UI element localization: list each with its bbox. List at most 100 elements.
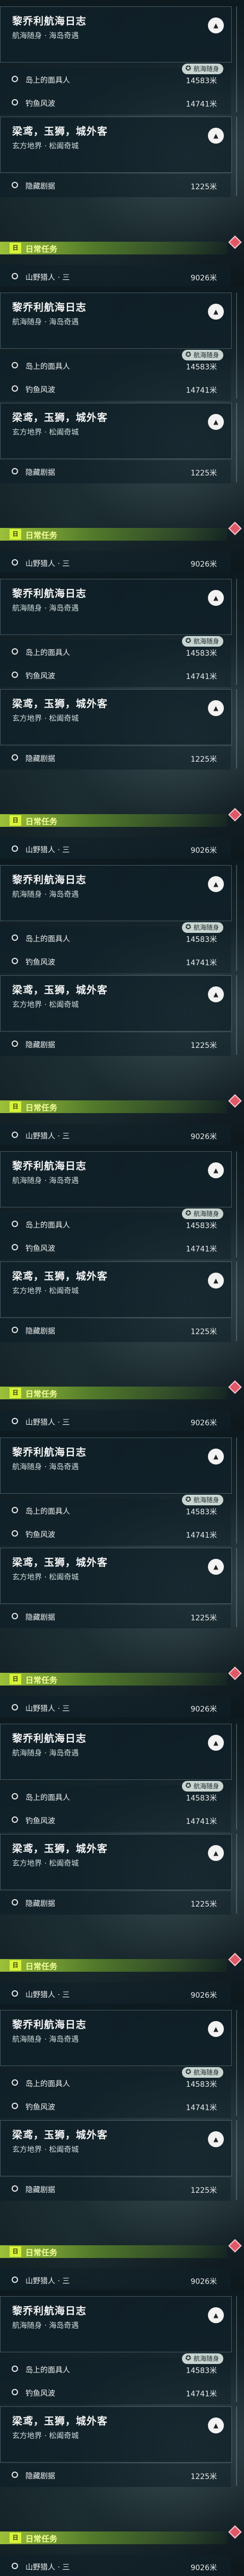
quest-card-liangyuan[interactable]: 梁鸢，玉狮，城外客 玄方地界 · 松阖奇城 ▲ <box>0 1261 232 1318</box>
objective-distance: 1225米 <box>190 469 217 478</box>
chevron-up-icon: ▲ <box>213 880 219 888</box>
objective-row[interactable]: 岛上的面具人 ✪ 航海随身 14583米 <box>0 922 231 950</box>
objective-row[interactable]: 岛上的面具人 ✪ 航海随身 14583米 <box>0 1781 231 1809</box>
chevron-up-icon: ▲ <box>213 308 219 315</box>
objective-row[interactable]: 隐藏剧据 1225米 <box>0 1605 231 1628</box>
quest-card-liangyuan[interactable]: 梁鸢，玉狮，城外客 玄方地界 · 松阖奇城 ▲ <box>0 975 232 1031</box>
daily-task-header[interactable]: 日 日常任务 <box>0 522 244 544</box>
quest-card-sailing-log[interactable]: 黎乔利航海日志 航海随身 · 海岛奇遇 ▲ <box>0 1437 232 1494</box>
objective-row[interactable]: 岛上的面具人 ✪ 航海随身 14583米 <box>0 2067 231 2095</box>
collapse-button[interactable]: ▲ <box>208 414 224 430</box>
objective-row[interactable]: 钓鱼风波 14741米 <box>0 950 231 973</box>
quest-title: 梁鸢，玉狮，城外客 <box>12 412 108 424</box>
objective-row[interactable]: 隐藏剧据 1225米 <box>0 1319 231 1342</box>
daily-task-header[interactable]: 日 日常任务 <box>0 1094 244 1116</box>
collapse-button[interactable]: ▲ <box>208 590 224 606</box>
objective-row[interactable]: 钓鱼风波 14741米 <box>0 2095 231 2118</box>
quest-card-sailing-log[interactable]: 黎乔利航海日志 航海随身 · 海岛奇遇 ▲ <box>0 1151 232 1207</box>
objective-row[interactable]: 隐藏剧据 1225米 <box>0 1891 231 1915</box>
objective-circle-icon <box>12 362 18 368</box>
daily-task-header[interactable]: 日 日常任务 <box>0 808 244 830</box>
collapse-button[interactable]: ▲ <box>208 876 224 892</box>
daily-task-header[interactable]: 日 日常任务 <box>0 235 244 258</box>
objective-row[interactable]: 钓鱼风波 14741米 <box>0 2381 231 2404</box>
daily-calendar-icon: 日 <box>10 243 21 253</box>
quest-card-liangyuan[interactable]: 梁鸢，玉狮，城外客 玄方地界 · 松阖奇城 ▲ <box>0 1548 232 1604</box>
daily-task-header[interactable]: 日 日常任务 <box>0 2239 244 2261</box>
quest-card-liangyuan[interactable]: 梁鸢，玉狮，城外客 玄方地界 · 松阖奇城 ▲ <box>0 117 232 173</box>
collapse-button[interactable]: ▲ <box>208 128 224 144</box>
daily-task-header[interactable]: 日 日常任务 <box>0 2525 244 2547</box>
objective-row[interactable]: 钓鱼风波 14741米 <box>0 377 231 401</box>
daily-task-header[interactable]: 日 日常任务 <box>0 1666 244 1689</box>
objective-distance: 1225米 <box>190 2473 217 2481</box>
collapse-button[interactable]: ▲ <box>208 700 224 716</box>
collapse-button[interactable]: ▲ <box>208 1449 224 1465</box>
objective-row[interactable]: 山野猎人 · 三 9026米 <box>0 265 231 286</box>
objective-row[interactable]: 山野猎人 · 三 9026米 <box>0 1696 231 1717</box>
objective-row[interactable]: 钓鱼风波 14741米 <box>0 1236 231 1259</box>
objective-row[interactable]: 隐藏剧据 1225米 <box>0 746 231 770</box>
quest-card-liangyuan[interactable]: 梁鸢，玉狮，城外客 玄方地界 · 松阖奇城 ▲ <box>0 1834 232 1890</box>
collapse-button[interactable]: ▲ <box>208 2021 224 2037</box>
objective-row[interactable]: 山野猎人 · 三 9026米 <box>0 1410 231 1431</box>
objective-row[interactable]: 钓鱼风波 14741米 <box>0 1522 231 1546</box>
quest-card-sailing-log[interactable]: 黎乔利航海日志 航海随身 · 海岛奇遇 ▲ <box>0 293 232 349</box>
objective-row[interactable]: 隐藏剧据 1225米 <box>0 460 231 483</box>
collapse-button[interactable]: ▲ <box>208 1273 224 1289</box>
collapse-button[interactable]: ▲ <box>208 2418 224 2433</box>
objective-row[interactable]: 钓鱼风波 14741米 <box>0 664 231 687</box>
quest-tracker-frame: 黎乔利航海日志 航海随身 · 海岛奇遇 ▲ 岛上的面具人 ✪ 航海随身 1458… <box>0 0 244 286</box>
chevron-up-icon: ▲ <box>213 418 219 426</box>
quest-card-sailing-log[interactable]: 黎乔利航海日志 航海随身 · 海岛奇遇 ▲ <box>0 1724 232 1780</box>
objective-row[interactable]: 岛上的面具人 ✪ 航海随身 14583米 <box>0 636 231 664</box>
objective-row[interactable]: 岛上的面具人 ✪ 航海随身 14583米 <box>0 350 231 377</box>
objective-row[interactable]: 山野猎人 · 三 9026米 <box>0 1124 231 1145</box>
quest-card-sailing-log[interactable]: 黎乔利航海日志 航海随身 · 海岛奇遇 ▲ <box>0 2296 232 2352</box>
quest-card-liangyuan[interactable]: 梁鸢，玉狮，城外客 玄方地界 · 松阖奇城 ▲ <box>0 403 232 459</box>
objective-distance: 9026米 <box>190 1419 217 1427</box>
objective-row[interactable]: 山野猎人 · 三 9026米 <box>0 1982 231 2004</box>
quest-card-liangyuan[interactable]: 梁鸢，玉狮，城外客 玄方地界 · 松阖奇城 ▲ <box>0 2406 232 2463</box>
collapse-button[interactable]: ▲ <box>208 986 224 1002</box>
objective-row[interactable]: 隐藏剧据 1225米 <box>0 2464 231 2487</box>
collapse-button[interactable]: ▲ <box>208 1559 224 1575</box>
quest-card-liangyuan[interactable]: 梁鸢，玉狮，城外客 玄方地界 · 松阖奇城 ▲ <box>0 689 232 745</box>
compass-icon: ✪ <box>185 2354 191 2362</box>
objective-row[interactable]: 岛上的面具人 ✪ 航海随身 14583米 <box>0 2353 231 2381</box>
objective-row[interactable]: 岛上的面具人 ✪ 航海随身 14583米 <box>0 64 231 91</box>
objective-row[interactable]: 山野猎人 · 三 9026米 <box>0 837 231 859</box>
objective-row[interactable]: 山野猎人 · 三 9026米 <box>0 2269 231 2290</box>
quest-card-sailing-log[interactable]: 黎乔利航海日志 航海随身 · 海岛奇遇 ▲ <box>0 579 232 635</box>
quest-card-sailing-log[interactable]: 黎乔利航海日志 航海随身 · 海岛奇遇 ▲ <box>0 865 232 921</box>
objective-row[interactable]: 隐藏剧据 1225米 <box>0 2177 231 2201</box>
daily-task-header[interactable]: 日 日常任务 <box>0 1953 244 1975</box>
collapse-button[interactable]: ▲ <box>208 2307 224 2323</box>
chevron-up-icon: ▲ <box>213 22 219 29</box>
collapse-button[interactable]: ▲ <box>208 2131 224 2147</box>
quest-tracker-frame: 黎乔利航海日志 航海随身 · 海岛奇遇 ▲ 岛上的面具人 ✪ 航海随身 1458… <box>0 1431 244 1717</box>
objective-row[interactable]: 隐藏剧据 1225米 <box>0 1033 231 1056</box>
collapse-button[interactable]: ▲ <box>208 304 224 320</box>
collapse-button[interactable]: ▲ <box>208 17 224 33</box>
objective-row[interactable]: 隐藏剧据 1225米 <box>0 174 231 197</box>
objective-label: 岛上的面具人 <box>25 363 70 371</box>
objective-row[interactable]: 山野猎人 · 三 9026米 <box>0 551 231 572</box>
objective-row[interactable]: 山野猎人 · 三 9026米 <box>0 2555 231 2576</box>
objective-row[interactable]: 钓鱼风波 14741米 <box>0 91 231 114</box>
quest-card-liangyuan[interactable]: 梁鸢，玉狮，城外客 玄方地界 · 松阖奇城 ▲ <box>0 2120 232 2176</box>
objective-label: 钓鱼风波 <box>25 672 55 681</box>
daily-task-header[interactable]: 日 日常任务 <box>0 1380 244 1402</box>
collapse-button[interactable]: ▲ <box>208 1735 224 1751</box>
collapse-button[interactable]: ▲ <box>208 1845 224 1861</box>
objective-circle-icon <box>12 1244 18 1250</box>
objective-row[interactable]: 钓鱼风波 14741米 <box>0 1809 231 1832</box>
objective-row[interactable]: 岛上的面具人 ✪ 航海随身 14583米 <box>0 1208 231 1236</box>
collapse-button[interactable]: ▲ <box>208 1162 224 1178</box>
quest-card-sailing-log[interactable]: 黎乔利航海日志 航海随身 · 海岛奇遇 ▲ <box>0 2010 232 2066</box>
objective-label: 山野猎人 · 三 <box>25 1705 70 1713</box>
compass-icon: ✪ <box>185 1496 191 1504</box>
chevron-up-icon: ▲ <box>213 2025 219 2033</box>
quest-card-sailing-log[interactable]: 黎乔利航海日志 航海随身 · 海岛奇遇 ▲ <box>0 6 232 63</box>
objective-row[interactable]: 岛上的面具人 ✪ 航海随身 14583米 <box>0 1495 231 1522</box>
